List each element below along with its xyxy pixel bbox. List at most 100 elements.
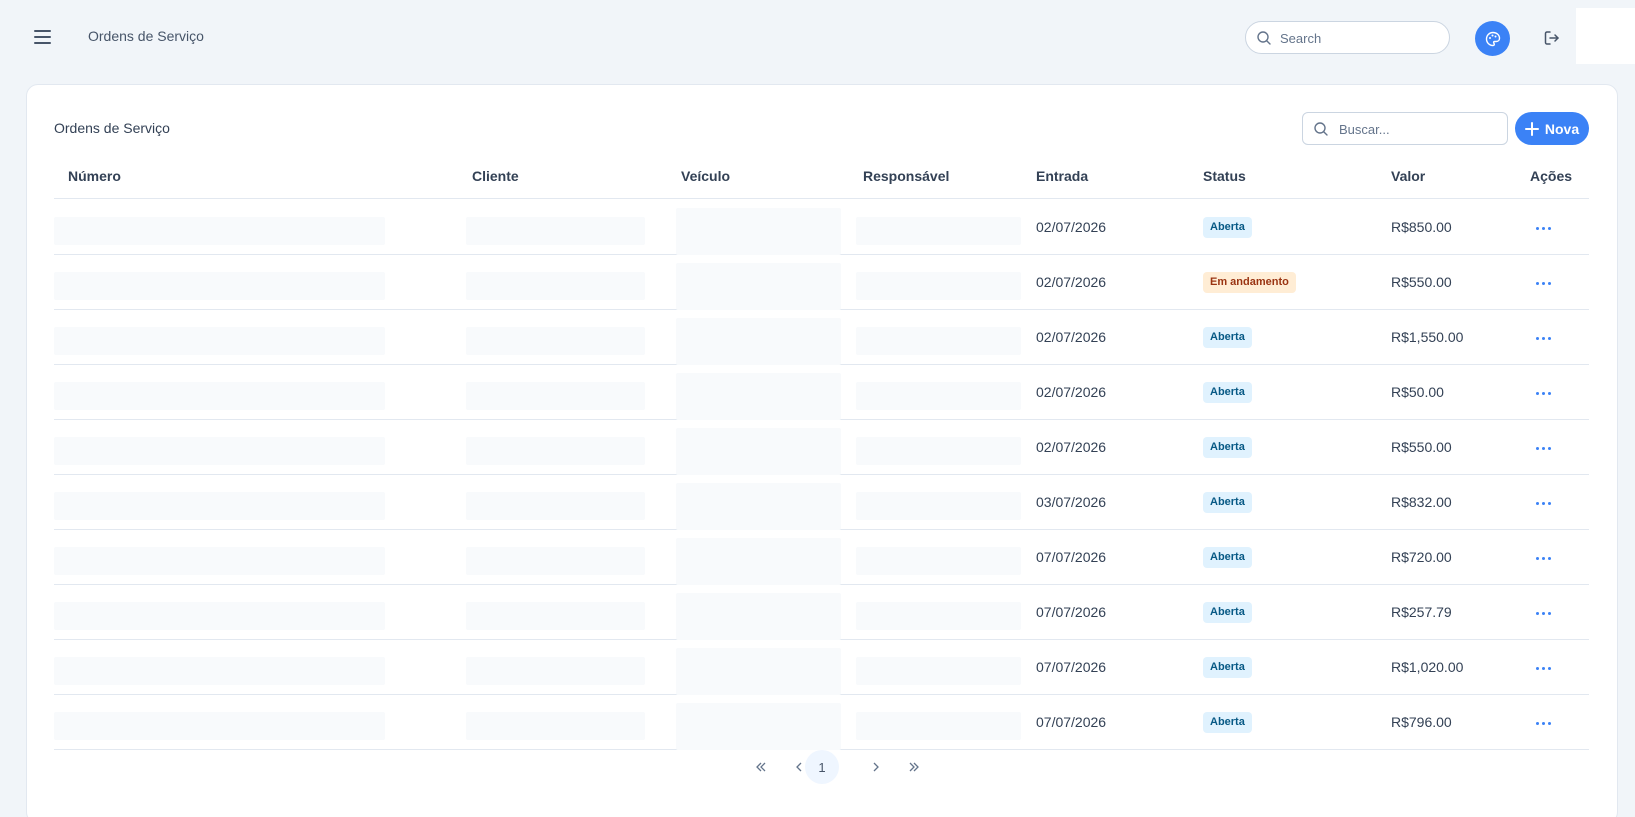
veiculo-cell bbox=[676, 648, 841, 695]
cliente-cell bbox=[466, 437, 645, 465]
status-badge: Aberta bbox=[1203, 712, 1252, 733]
table-row[interactable]: 02/07/2026 Aberta R$50.00 bbox=[54, 365, 1589, 420]
col-numero[interactable]: Número bbox=[68, 168, 121, 184]
col-valor[interactable]: Valor bbox=[1391, 168, 1425, 184]
cliente-cell bbox=[466, 382, 645, 410]
numero-cell bbox=[54, 382, 385, 410]
numero-cell bbox=[54, 272, 385, 300]
entrada-cell: 07/07/2026 bbox=[1036, 714, 1107, 730]
table-row[interactable]: 07/07/2026 Aberta R$720.00 bbox=[54, 530, 1589, 585]
more-actions-icon[interactable] bbox=[1530, 438, 1556, 458]
theme-button[interactable] bbox=[1475, 21, 1510, 56]
more-actions-icon[interactable] bbox=[1530, 273, 1556, 293]
veiculo-cell bbox=[676, 318, 841, 365]
table-row[interactable]: 02/07/2026 Aberta R$850.00 bbox=[54, 200, 1589, 255]
col-entrada[interactable]: Entrada bbox=[1036, 168, 1088, 184]
more-actions-icon[interactable] bbox=[1530, 328, 1556, 348]
col-veiculo[interactable]: Veículo bbox=[681, 168, 730, 184]
table-header: Número Cliente Veículo Responsável Entra… bbox=[54, 153, 1589, 199]
table-row[interactable]: 07/07/2026 Aberta R$257.79 bbox=[54, 585, 1589, 640]
table-search-input[interactable] bbox=[1339, 120, 1499, 138]
veiculo-cell bbox=[676, 208, 841, 255]
col-acoes: Ações bbox=[1530, 168, 1573, 184]
more-actions-icon[interactable] bbox=[1530, 713, 1556, 733]
search-icon bbox=[1257, 31, 1271, 45]
cliente-cell bbox=[466, 602, 645, 630]
col-status[interactable]: Status bbox=[1203, 168, 1246, 184]
more-actions-icon[interactable] bbox=[1530, 493, 1556, 513]
avatar[interactable] bbox=[1576, 8, 1635, 64]
page-title: Ordens de Serviço bbox=[88, 28, 204, 44]
first-page-icon bbox=[756, 762, 766, 772]
responsavel-cell bbox=[856, 712, 1021, 740]
col-cliente[interactable]: Cliente bbox=[472, 168, 519, 184]
table-row[interactable]: 03/07/2026 Aberta R$832.00 bbox=[54, 475, 1589, 530]
global-search-input[interactable] bbox=[1280, 29, 1440, 47]
veiculo-cell bbox=[676, 703, 841, 750]
prev-page-icon bbox=[796, 762, 802, 772]
logout-icon[interactable] bbox=[1541, 27, 1563, 49]
new-order-label: Nova bbox=[1544, 120, 1580, 137]
numero-cell bbox=[54, 492, 385, 520]
first-page-button[interactable] bbox=[744, 750, 778, 784]
numero-cell bbox=[54, 657, 385, 685]
status-badge: Aberta bbox=[1203, 437, 1252, 458]
more-actions-icon[interactable] bbox=[1530, 383, 1556, 403]
veiculo-cell bbox=[676, 593, 841, 640]
veiculo-cell bbox=[676, 428, 841, 475]
new-order-button[interactable]: Nova bbox=[1515, 112, 1589, 145]
valor-cell: R$50.00 bbox=[1391, 384, 1444, 400]
plus-icon bbox=[1524, 121, 1539, 136]
card-title: Ordens de Serviço bbox=[54, 120, 170, 136]
top-bar: Ordens de Serviço bbox=[0, 0, 1635, 72]
status-badge: Aberta bbox=[1203, 382, 1252, 403]
status-badge: Aberta bbox=[1203, 602, 1252, 623]
table-row[interactable]: 07/07/2026 Aberta R$796.00 bbox=[54, 695, 1589, 750]
numero-cell bbox=[54, 602, 385, 630]
veiculo-cell bbox=[676, 538, 841, 585]
responsavel-cell bbox=[856, 602, 1021, 630]
numero-cell bbox=[54, 437, 385, 465]
responsavel-cell bbox=[856, 327, 1021, 355]
menu-icon[interactable] bbox=[31, 25, 55, 49]
more-actions-icon[interactable] bbox=[1530, 658, 1556, 678]
responsavel-cell bbox=[856, 547, 1021, 575]
more-actions-icon[interactable] bbox=[1530, 218, 1556, 238]
numero-cell bbox=[54, 547, 385, 575]
veiculo-cell bbox=[676, 373, 841, 420]
veiculo-cell bbox=[676, 263, 841, 310]
cliente-cell bbox=[466, 272, 645, 300]
palette-icon bbox=[1485, 31, 1500, 46]
valor-cell: R$550.00 bbox=[1391, 439, 1452, 455]
responsavel-cell bbox=[856, 437, 1021, 465]
responsavel-cell bbox=[856, 657, 1021, 685]
table-row[interactable]: 07/07/2026 Aberta R$1,020.00 bbox=[54, 640, 1589, 695]
last-page-icon bbox=[909, 762, 919, 772]
entrada-cell: 03/07/2026 bbox=[1036, 494, 1107, 510]
status-badge: Aberta bbox=[1203, 217, 1252, 238]
cliente-cell bbox=[466, 547, 645, 575]
more-actions-icon[interactable] bbox=[1530, 603, 1556, 623]
table-search[interactable] bbox=[1302, 112, 1508, 145]
valor-cell: R$796.00 bbox=[1391, 714, 1452, 730]
entrada-cell: 02/07/2026 bbox=[1036, 439, 1107, 455]
next-page-button[interactable] bbox=[859, 750, 893, 784]
global-search[interactable] bbox=[1245, 21, 1450, 54]
responsavel-cell bbox=[856, 217, 1021, 245]
valor-cell: R$832.00 bbox=[1391, 494, 1452, 510]
valor-cell: R$720.00 bbox=[1391, 549, 1452, 565]
last-page-button[interactable] bbox=[897, 750, 931, 784]
entrada-cell: 02/07/2026 bbox=[1036, 329, 1107, 345]
cliente-cell bbox=[466, 657, 645, 685]
table-row[interactable]: 02/07/2026 Em andamento R$550.00 bbox=[54, 255, 1589, 310]
valor-cell: R$550.00 bbox=[1391, 274, 1452, 290]
valor-cell: R$257.79 bbox=[1391, 604, 1452, 620]
numero-cell bbox=[54, 327, 385, 355]
more-actions-icon[interactable] bbox=[1530, 548, 1556, 568]
valor-cell: R$850.00 bbox=[1391, 219, 1452, 235]
table-row[interactable]: 02/07/2026 Aberta R$550.00 bbox=[54, 420, 1589, 475]
table-row[interactable]: 02/07/2026 Aberta R$1,550.00 bbox=[54, 310, 1589, 365]
cliente-cell bbox=[466, 327, 645, 355]
page-1-button[interactable]: 1 bbox=[805, 750, 839, 784]
col-responsavel[interactable]: Responsável bbox=[863, 168, 949, 184]
